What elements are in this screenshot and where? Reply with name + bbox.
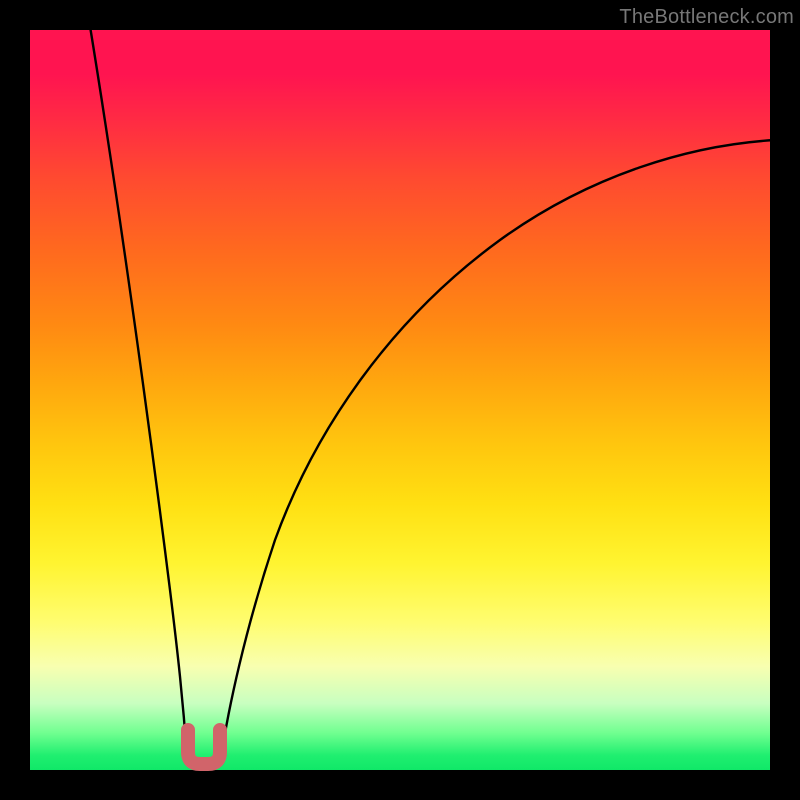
- chart-frame: TheBottleneck.com: [0, 0, 800, 800]
- bottleneck-curve: [30, 30, 770, 770]
- curve-right-branch: [221, 140, 775, 758]
- curve-left-branch: [89, 20, 187, 758]
- watermark-text: TheBottleneck.com: [619, 6, 794, 29]
- cusp-u-marker: [188, 730, 220, 764]
- plot-area: [30, 30, 770, 770]
